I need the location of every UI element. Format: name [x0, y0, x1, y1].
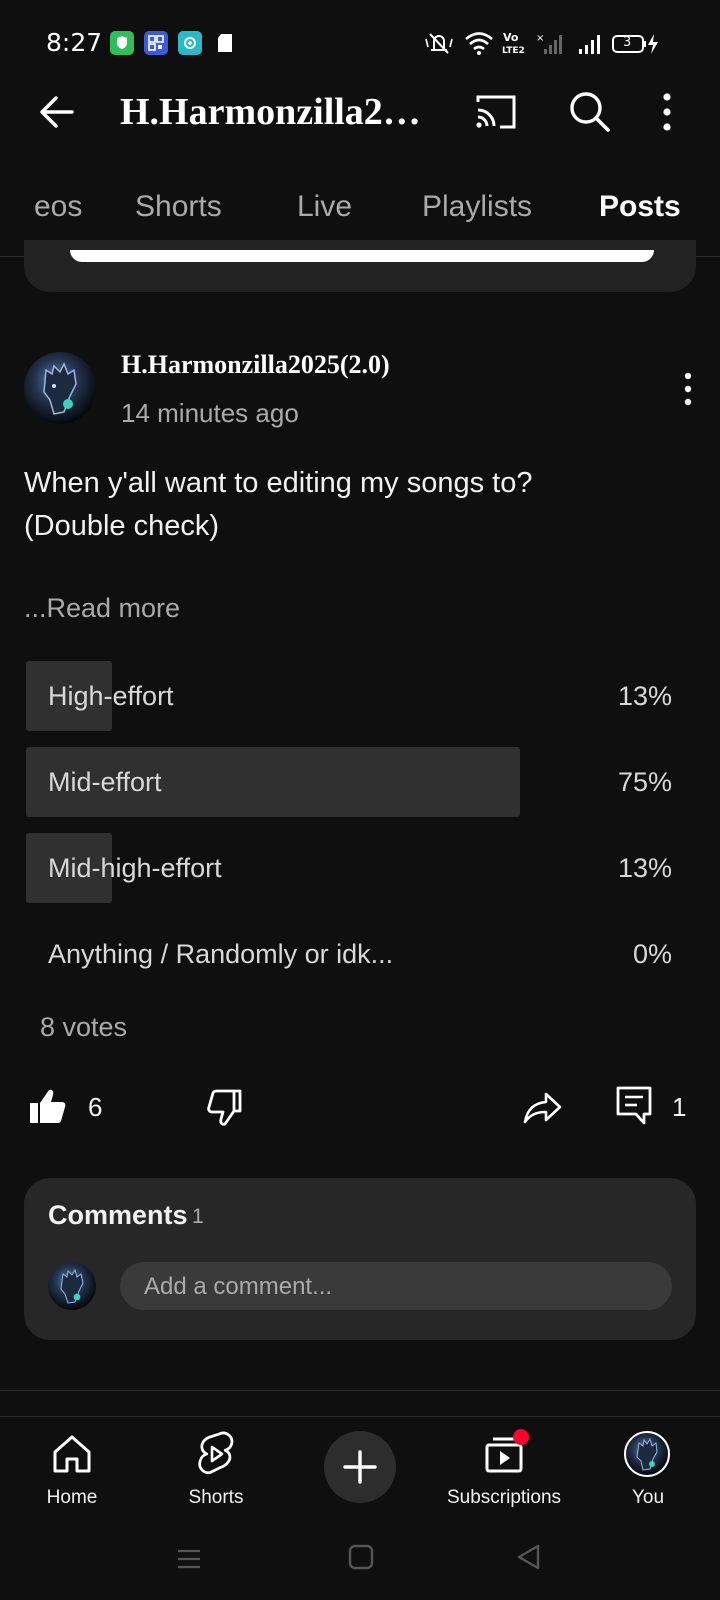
tab-videos[interactable]: eos: [34, 190, 82, 224]
nav-subscriptions-label: Subscriptions: [446, 1487, 562, 1508]
battery-icon: [612, 33, 660, 55]
tab-playlists[interactable]: Playlists: [422, 190, 532, 224]
post-more-icon[interactable]: [670, 370, 706, 410]
post-text-line: (Double check): [24, 510, 220, 542]
poll-option[interactable]: Mid-high-effort 13%: [26, 833, 672, 903]
nav-home-label: Home: [46, 1487, 98, 1508]
nav-home[interactable]: Home: [0, 1425, 144, 1525]
more-vertical-icon[interactable]: [652, 88, 682, 136]
post-author-name[interactable]: H.Harmonzilla2025(2.0): [121, 350, 390, 380]
poll-option-percent: 75%: [617, 767, 672, 797]
sd-card-icon: [216, 33, 234, 53]
create-button[interactable]: [324, 1431, 396, 1503]
post-timestamp: 14 minutes ago: [121, 398, 299, 428]
poll-option[interactable]: Anything / Randomly or idk... 0%: [26, 919, 672, 989]
recents-menu-icon[interactable]: [174, 1544, 204, 1574]
previous-post-input: [70, 250, 654, 262]
battery-level: 3: [623, 35, 632, 50]
nav-subscriptions[interactable]: Subscriptions: [432, 1425, 576, 1525]
author-avatar[interactable]: [24, 352, 96, 424]
poll-option[interactable]: High-effort 13%: [26, 661, 672, 731]
svg-text:×: ×: [536, 33, 544, 44]
poll-option-percent: 0%: [632, 939, 672, 969]
nav-you-label: You: [631, 1487, 665, 1508]
you-avatar: [624, 1431, 670, 1477]
wifi-icon: [464, 30, 494, 56]
nav-shorts[interactable]: Shorts: [144, 1425, 288, 1525]
comment-count: 1: [672, 1092, 687, 1122]
share-icon[interactable]: [522, 1086, 564, 1128]
add-comment-input[interactable]: Add a comment...: [120, 1262, 672, 1310]
read-more-link[interactable]: ...Read more: [24, 593, 180, 624]
divider: [0, 1390, 720, 1391]
nav-shorts-label: Shorts: [188, 1487, 244, 1508]
user-avatar: [48, 1262, 96, 1310]
like-icon[interactable]: [26, 1086, 68, 1128]
poll-option-label: Mid-high-effort: [48, 853, 222, 883]
tab-shorts[interactable]: Shorts: [135, 190, 222, 224]
system-navigation-bar: [0, 1530, 720, 1600]
signal-sim1-icon: [576, 32, 604, 56]
security-app-icon: [110, 31, 134, 55]
like-count: 6: [88, 1092, 103, 1122]
status-time: 8:27: [46, 28, 103, 57]
poll-option-percent: 13%: [617, 681, 672, 711]
volte-icon: Vo LTE2: [502, 30, 526, 56]
nav-you[interactable]: You: [576, 1425, 720, 1525]
comments-title: Comments: [48, 1200, 188, 1230]
post-text-line: When y'all want to editing my songs to?: [24, 467, 533, 499]
poll-option-label: Mid-effort: [48, 767, 162, 797]
poll-option[interactable]: Mid-effort 75%: [26, 747, 672, 817]
home-icon: [49, 1431, 95, 1477]
poll-option-label: High-effort: [48, 681, 174, 711]
svg-text:Vo: Vo: [503, 31, 519, 44]
poll-vote-count: 8 votes: [40, 1012, 128, 1042]
poll-option-label: Anything / Randomly or idk...: [48, 939, 394, 969]
signal-sim2-icon: ×: [536, 32, 564, 56]
qr-code-app-icon: [144, 31, 168, 55]
mute-vibrate-icon: [424, 30, 454, 56]
cast-icon[interactable]: [472, 88, 520, 136]
post-text: When y'all want to editing my songs to? …: [24, 462, 684, 548]
status-bar: 8:27 Vo LTE2 × 3: [0, 0, 720, 80]
add-comment-placeholder: Add a comment...: [144, 1273, 333, 1300]
tab-live[interactable]: Live: [297, 190, 352, 224]
tab-posts[interactable]: Posts: [599, 190, 681, 224]
dislike-icon[interactable]: [204, 1086, 246, 1128]
back-triangle-icon[interactable]: [514, 1542, 544, 1572]
back-arrow-icon[interactable]: [32, 86, 84, 138]
svg-text:LTE2: LTE2: [502, 46, 525, 56]
assistant-app-icon: [178, 31, 202, 55]
poll-option-percent: 13%: [617, 853, 672, 883]
comments-count: 1: [192, 1205, 204, 1228]
home-square-icon[interactable]: [346, 1542, 376, 1572]
bottom-navigation: Home Shorts Subscriptions You: [0, 1416, 720, 1527]
channel-title: H.Harmonzilla2…: [120, 91, 421, 133]
shorts-icon: [193, 1431, 239, 1477]
comment-icon[interactable]: [614, 1084, 656, 1126]
search-icon[interactable]: [566, 88, 614, 136]
previous-post-card: [24, 240, 696, 292]
notification-dot: [513, 1429, 529, 1445]
